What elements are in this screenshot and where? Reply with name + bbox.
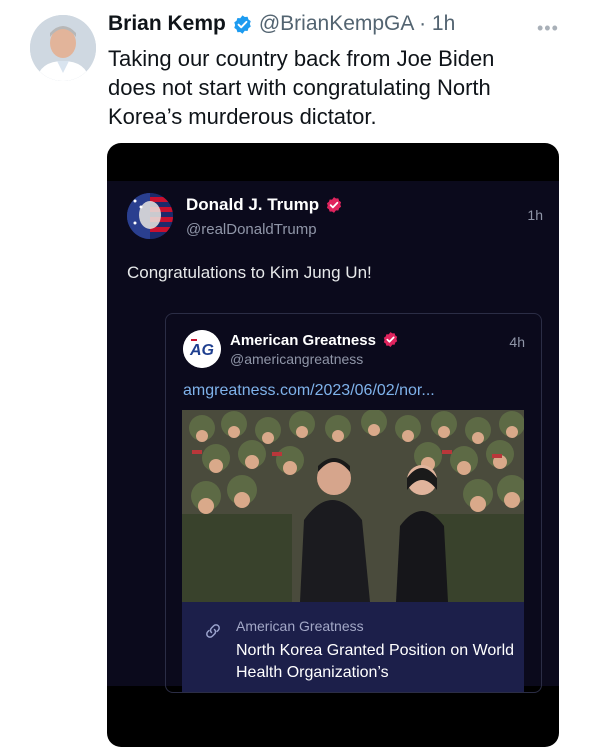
more-horizontal-icon[interactable]: •••	[537, 18, 559, 39]
embedded-author-name: Donald J. Trump	[186, 195, 343, 215]
quoted-avatar-monogram: AG	[189, 342, 214, 359]
link-icon	[204, 622, 222, 645]
embedded-author-name-text: Donald J. Trump	[186, 195, 320, 214]
embedded-post: Donald J. Trump @realDonaldTrump 1h Cong…	[107, 181, 559, 693]
link-card-title: North Korea Granted Position on World He…	[236, 642, 515, 681]
quoted-post-time: 4h	[509, 334, 525, 350]
news-photo	[182, 410, 524, 602]
author-avatar[interactable]	[30, 15, 96, 81]
quoted-author-handle: @americangreatness	[230, 351, 364, 367]
embedded-author-avatar	[127, 193, 173, 239]
link-card-source: American Greatness	[236, 618, 364, 634]
tweet-text: Taking our country back from Joe Biden d…	[108, 46, 495, 129]
verified-badge-icon	[232, 14, 253, 35]
author-name[interactable]: Brian Kemp	[108, 12, 226, 36]
quoted-author-avatar: AG	[183, 330, 221, 368]
quoted-post-link: amgreatness.com/2023/06/02/nor...	[183, 382, 435, 399]
author-handle-time[interactable]: @BrianKempGA · 1h	[259, 12, 455, 36]
tweet[interactable]: Brian Kemp @BrianKempGA · 1h ••• Taking …	[0, 0, 589, 750]
link-preview-card: American Greatness North Korea Granted P…	[182, 602, 524, 692]
embedded-author-handle: @realDonaldTrump	[186, 221, 317, 238]
verified-badge-icon	[325, 196, 343, 214]
tweet-header: Brian Kemp @BrianKempGA · 1h	[108, 12, 455, 36]
quoted-author-name: American Greatness	[230, 331, 400, 349]
verified-badge-icon	[382, 331, 400, 349]
quoted-author-name-text: American Greatness	[230, 331, 376, 349]
embedded-post-text: Congratulations to Kim Jung Un!	[127, 263, 372, 282]
embedded-post-time: 1h	[527, 207, 543, 223]
quoted-post: AG American Greatness @americangreatness…	[165, 313, 542, 693]
tweet-media-screenshot[interactable]: Donald J. Trump @realDonaldTrump 1h Cong…	[107, 143, 559, 747]
